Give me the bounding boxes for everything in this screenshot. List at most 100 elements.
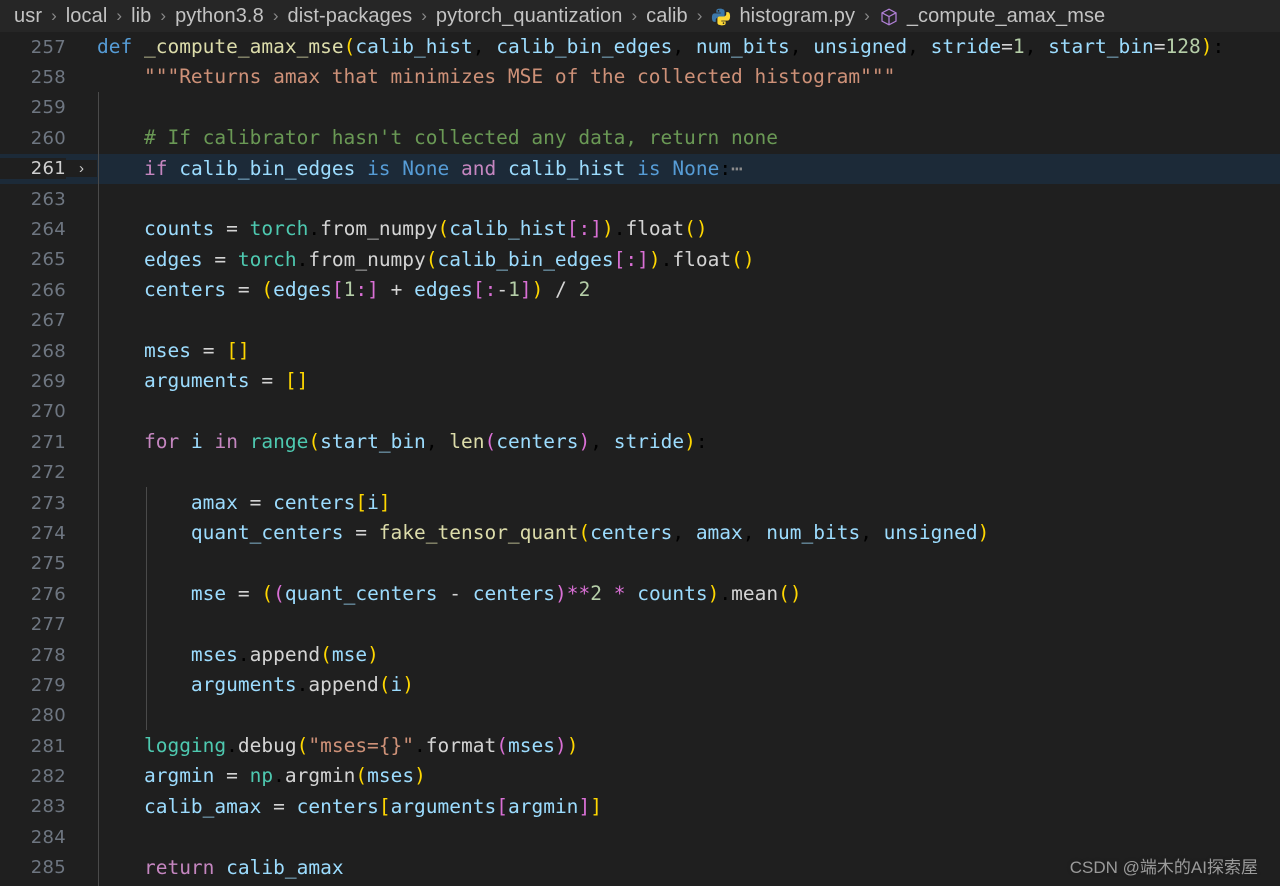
line-number: 268 <box>30 340 66 362</box>
line-number: 277 <box>30 614 66 636</box>
breadcrumb-separator: › <box>631 6 638 25</box>
code-line[interactable]: 277 <box>0 609 1280 639</box>
breadcrumb-separator: › <box>864 6 870 25</box>
code-line[interactable]: 280 <box>0 701 1280 731</box>
breadcrumb-item-histogram-py[interactable]: histogram.py <box>739 0 855 32</box>
code-text[interactable]: mse = ((quant_centers - centers)**2 * co… <box>97 579 1280 609</box>
code-text[interactable]: mses = [] <box>97 336 1280 366</box>
code-text[interactable]: arguments.append(i) <box>97 670 1280 700</box>
code-text[interactable]: argmin = np.argmin(mses) <box>97 761 1280 791</box>
code-line[interactable]: 275 <box>0 549 1280 579</box>
code-text[interactable] <box>97 609 1280 639</box>
code-text[interactable]: quant_centers = fake_tensor_quant(center… <box>97 518 1280 548</box>
code-line[interactable]: 283 calib_amax = centers[arguments[argmi… <box>0 792 1280 822</box>
code-text[interactable] <box>97 306 1280 336</box>
line-number: 264 <box>30 219 66 241</box>
breadcrumb-item-python38[interactable]: python3.8 <box>175 0 264 32</box>
line-number: 285 <box>30 857 66 879</box>
code-text[interactable]: def _compute_amax_mse(calib_hist, calib_… <box>97 32 1280 62</box>
code-text[interactable]: """Returns amax that minimizes MSE of th… <box>97 62 1280 92</box>
line-number-gutter: 276 <box>0 583 66 605</box>
code-line[interactable]: 276 mse = ((quant_centers - centers)**2 … <box>0 579 1280 609</box>
line-number: 282 <box>30 766 66 788</box>
code-text[interactable] <box>97 184 1280 214</box>
line-number: 263 <box>30 188 66 210</box>
code-text[interactable] <box>97 457 1280 487</box>
code-text[interactable] <box>97 397 1280 427</box>
code-text[interactable]: amax = centers[i] <box>97 488 1280 518</box>
code-text[interactable]: centers = (edges[1:] + edges[:-1]) / 2 <box>97 275 1280 305</box>
code-text[interactable]: edges = torch.from_numpy(calib_bin_edges… <box>97 245 1280 275</box>
line-number: 272 <box>30 462 66 484</box>
breadcrumb-item-compute-amax-mse[interactable]: _compute_amax_mse <box>907 0 1105 32</box>
code-line[interactable]: 261 › if calib_bin_edges is None and cali… <box>0 153 1280 184</box>
line-number: 280 <box>30 705 66 727</box>
breadcrumb-item-usr[interactable]: usr <box>14 0 42 32</box>
code-line[interactable]: 263 <box>0 184 1280 214</box>
watermark: CSDN @端木的AI探索屋 <box>1069 858 1258 877</box>
code-line[interactable]: 278 mses.append(mse) <box>0 640 1280 670</box>
line-number-gutter: 267 <box>0 310 66 332</box>
line-number-gutter: 285 <box>0 857 66 879</box>
fold-chevron-icon[interactable]: › <box>66 160 97 178</box>
breadcrumb-separator: › <box>160 6 167 25</box>
breadcrumb-item-lib[interactable]: lib <box>131 0 151 32</box>
code-line[interactable]: 279 arguments.append(i) <box>0 670 1280 700</box>
code-line[interactable]: 273 amax = centers[i] <box>0 488 1280 518</box>
code-line[interactable]: 264 counts = torch.from_numpy(calib_hist… <box>0 214 1280 244</box>
code-text[interactable]: calib_amax = centers[arguments[argmin]] <box>97 792 1280 822</box>
line-number-gutter: 281 <box>0 735 66 757</box>
line-number: 257 <box>30 36 66 58</box>
code-line[interactable]: 268 mses = [] <box>0 336 1280 366</box>
breadcrumb-separator: › <box>272 6 279 25</box>
code-text[interactable] <box>97 701 1280 731</box>
code-line[interactable]: 281 logging.debug("mses={}".format(mses)… <box>0 731 1280 761</box>
code-line[interactable]: 266 centers = (edges[1:] + edges[:-1]) /… <box>0 275 1280 305</box>
line-number: 284 <box>30 826 66 848</box>
code-text[interactable]: arguments = [] <box>97 366 1280 396</box>
code-text[interactable] <box>97 549 1280 579</box>
breadcrumb-separator: › <box>116 6 123 25</box>
code-line[interactable]: 265 edges = torch.from_numpy(calib_bin_e… <box>0 245 1280 275</box>
code-text[interactable]: logging.debug("mses={}".format(mses)) <box>97 731 1280 761</box>
breadcrumb-item-calib[interactable]: calib <box>646 0 688 32</box>
code-line[interactable]: 258 """Returns amax that minimizes MSE o… <box>0 62 1280 92</box>
code-line[interactable]: 269 arguments = [] <box>0 366 1280 396</box>
code-text[interactable]: if calib_bin_edges is None and calib_his… <box>97 154 1280 184</box>
code-line[interactable]: 259 <box>0 93 1280 123</box>
line-number-gutter: 265 <box>0 249 66 271</box>
code-text[interactable]: mses.append(mse) <box>97 640 1280 670</box>
breadcrumb-separator: › <box>696 6 703 25</box>
breadcrumb-item-local[interactable]: local <box>66 0 108 32</box>
line-number: 266 <box>30 279 66 301</box>
code-line[interactable]: 260 # If calibrator hasn't collected any… <box>0 123 1280 153</box>
code-editor[interactable]: 257 def _compute_amax_mse(calib_hist, cal… <box>0 32 1280 886</box>
line-number: 258 <box>30 67 66 89</box>
line-number: 259 <box>30 97 66 119</box>
code-line[interactable]: 272 <box>0 457 1280 487</box>
python-file-icon <box>711 7 731 27</box>
code-line[interactable]: 274 quant_centers = fake_tensor_quant(ce… <box>0 518 1280 548</box>
line-number-gutter: 279 <box>0 674 66 696</box>
line-number-gutter: 275 <box>0 553 66 575</box>
code-text[interactable]: for i in range(start_bin, len(centers), … <box>97 427 1280 457</box>
code-text[interactable]: counts = torch.from_numpy(calib_hist[:])… <box>97 214 1280 244</box>
line-number: 278 <box>30 644 66 666</box>
code-text[interactable] <box>97 93 1280 123</box>
code-line[interactable]: 284 <box>0 822 1280 852</box>
code-line[interactable]: 267 <box>0 306 1280 336</box>
breadcrumb[interactable]: usr › local › lib › python3.8 › dist-pac… <box>0 0 1280 32</box>
symbol-method-cube-icon <box>879 7 899 27</box>
line-number-gutter: 274 <box>0 522 66 544</box>
code-lines-container[interactable]: 257 def _compute_amax_mse(calib_hist, cal… <box>0 32 1280 886</box>
code-line[interactable]: 271 for i in range(start_bin, len(center… <box>0 427 1280 457</box>
code-line[interactable]: 282 argmin = np.argmin(mses) <box>0 761 1280 791</box>
line-number: 267 <box>30 310 66 332</box>
code-text[interactable] <box>97 822 1280 852</box>
code-line[interactable]: 270 <box>0 397 1280 427</box>
breadcrumb-item-pytorch-quantization[interactable]: pytorch_quantization <box>436 0 623 32</box>
breadcrumb-item-dist-packages[interactable]: dist-packages <box>288 0 413 32</box>
code-line[interactable]: 257 def _compute_amax_mse(calib_hist, cal… <box>0 32 1280 62</box>
code-text[interactable]: # If calibrator hasn't collected any dat… <box>97 123 1280 153</box>
line-number: 276 <box>30 583 66 605</box>
